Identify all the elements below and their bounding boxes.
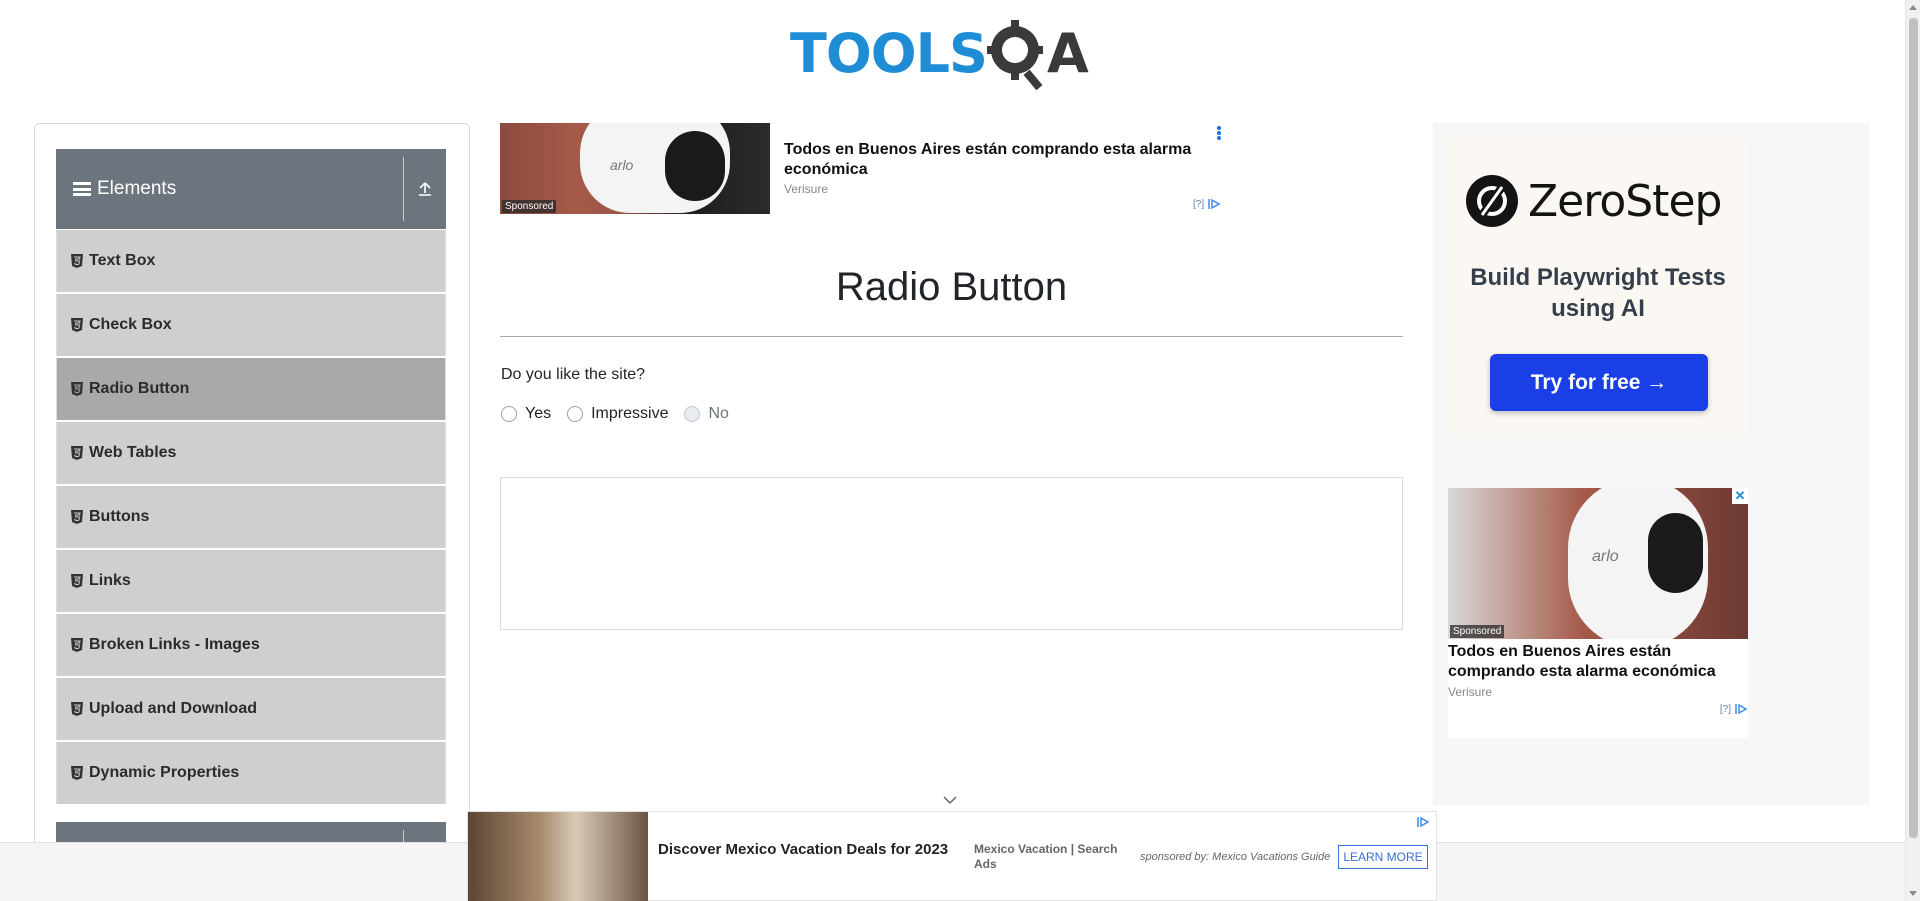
- close-icon[interactable]: ✕: [1732, 488, 1748, 504]
- bottom-ad-banner[interactable]: Discover Mexico Vacation Deals for 2023 …: [467, 811, 1437, 901]
- ad-advertiser[interactable]: Verisure: [784, 182, 828, 196]
- sidebar-item-label: Upload and Download: [89, 700, 257, 717]
- sidebar-item-text-box[interactable]: Text Box: [56, 230, 446, 292]
- sidebar-item-label: Check Box: [89, 316, 172, 333]
- sidebar-item-label: Links: [89, 572, 131, 589]
- hamburger-icon: [73, 182, 91, 196]
- vertical-scrollbar[interactable]: [1905, 0, 1920, 901]
- ad-advertiser[interactable]: Mexico Vacation | Search Ads: [974, 842, 1124, 872]
- camera-lens-shape: [1648, 513, 1703, 593]
- html5-icon: [71, 574, 83, 588]
- html5-icon: [71, 254, 83, 268]
- sidebar-item-label: Buttons: [89, 508, 150, 525]
- zerostep-name: ZeroStep: [1528, 175, 1722, 227]
- radio-label-yes[interactable]: Yes: [525, 405, 551, 423]
- sponsored-tag: Sponsored: [502, 200, 557, 213]
- adchoices-icon[interactable]: [1416, 816, 1430, 828]
- ad-image-brand: arlo: [610, 157, 634, 173]
- question-text: Do you like the site?: [501, 366, 646, 383]
- sidebar-item-label: Text Box: [89, 252, 156, 269]
- more-options-icon[interactable]: [1216, 125, 1222, 141]
- adchoices[interactable]: [?]: [1720, 703, 1748, 715]
- radio-option-no: No: [684, 405, 729, 423]
- radio-group: Yes Impressive No: [501, 405, 745, 423]
- logo-text-tools: TOOLS: [790, 21, 988, 85]
- html5-icon: [71, 510, 83, 524]
- scroll-up-arrow[interactable]: [1909, 5, 1917, 10]
- ad-headline[interactable]: Discover Mexico Vacation Deals for 2023: [658, 840, 958, 859]
- collapse-button[interactable]: [404, 181, 446, 197]
- top-ad-banner[interactable]: arlo Sponsored Todos en Buenos Aires est…: [500, 123, 1230, 215]
- sidebar-item-broken-links[interactable]: Broken Links - Images: [56, 614, 446, 676]
- scrollbar-thumb[interactable]: [1909, 18, 1918, 838]
- try-for-free-button[interactable]: Try for free →: [1490, 354, 1708, 411]
- page: TOOLS A Elements Text Box Check Box Radi…: [0, 0, 1920, 901]
- ad-image[interactable]: arlo Sponsored ✕: [1448, 488, 1748, 639]
- ad-image[interactable]: arlo Sponsored: [500, 123, 770, 214]
- html5-icon: [71, 638, 83, 652]
- sidebar-item-label: Web Tables: [89, 444, 177, 461]
- html5-icon: [71, 318, 83, 332]
- ad-placeholder-box: [500, 477, 1403, 630]
- ad-advertiser[interactable]: Verisure: [1448, 685, 1492, 699]
- adchoices-label: [?]: [1193, 198, 1205, 210]
- sidebar-item-radio-button[interactable]: Radio Button: [56, 358, 446, 420]
- ad-sponsor-text: sponsored by: Mexico Vacations Guide: [1140, 851, 1331, 863]
- radio-impressive[interactable]: [567, 406, 584, 422]
- zerostep-ad[interactable]: ZeroStep Build Playwright Tests using AI…: [1448, 137, 1748, 437]
- html5-icon: [71, 382, 83, 396]
- sidebar-item-web-tables[interactable]: Web Tables: [56, 422, 446, 484]
- learn-more-button[interactable]: LEARN MORE: [1338, 845, 1428, 869]
- sidebar-menu: Text Box Check Box Radio Button Web Tabl…: [56, 230, 446, 806]
- upload-arrow-icon: [419, 182, 431, 196]
- sidebar-item-label: Radio Button: [89, 380, 190, 397]
- logo-text-a: A: [1046, 21, 1089, 85]
- adchoices-icon: [1208, 198, 1221, 210]
- camera-lens-shape: [665, 131, 725, 201]
- ad-headline[interactable]: Todos en Buenos Aires están comprando es…: [784, 140, 1204, 180]
- radio-no: [684, 406, 701, 422]
- sidebar-item-check-box[interactable]: Check Box: [56, 294, 446, 356]
- sidebar-item-buttons[interactable]: Buttons: [56, 486, 446, 548]
- html5-icon: [71, 702, 83, 716]
- sidebar-group-title: Elements: [97, 178, 177, 199]
- title-divider: [500, 336, 1403, 337]
- sponsored-tag: Sponsored: [1450, 625, 1505, 638]
- zerostep-tagline: Build Playwright Tests using AI: [1470, 264, 1726, 322]
- sidebar-item-upload-download[interactable]: Upload and Download: [56, 678, 446, 740]
- chevron-down-icon[interactable]: [943, 795, 957, 805]
- zerostep-logo: ZeroStep: [1466, 175, 1722, 227]
- page-title: Radio Button: [835, 265, 1068, 309]
- sidebar-item-dynamic-properties[interactable]: Dynamic Properties: [56, 742, 446, 804]
- zerostep-logo-icon: [1466, 175, 1518, 227]
- sidebar-item-label: Dynamic Properties: [89, 764, 240, 781]
- radio-label-impressive[interactable]: Impressive: [591, 405, 668, 423]
- html5-icon: [71, 766, 83, 780]
- gear-magnifier-icon: [986, 20, 1043, 91]
- scroll-down-arrow[interactable]: [1909, 891, 1917, 896]
- radio-option-impressive[interactable]: Impressive: [567, 405, 668, 423]
- adchoices[interactable]: [?]: [1193, 198, 1221, 210]
- radio-label-no: No: [708, 405, 729, 422]
- adchoices-icon: [1735, 703, 1748, 715]
- ad-image-brand: arlo: [1592, 548, 1619, 565]
- toolsqa-logo[interactable]: TOOLS A: [790, 14, 1089, 92]
- radio-yes[interactable]: [501, 406, 517, 422]
- ad-headline[interactable]: Todos en Buenos Aires están comprando es…: [1448, 642, 1748, 682]
- sidebar-item-label: Broken Links - Images: [89, 636, 260, 653]
- right-ad-card[interactable]: arlo Sponsored ✕ Todos en Buenos Aires e…: [1448, 488, 1748, 738]
- html5-icon: [71, 446, 83, 460]
- sidebar-item-links[interactable]: Links: [56, 550, 446, 612]
- ad-image[interactable]: [468, 812, 648, 901]
- adchoices-label: [?]: [1719, 703, 1731, 715]
- radio-option-yes[interactable]: Yes: [501, 405, 551, 423]
- sidebar-group-header-elements[interactable]: Elements: [56, 149, 446, 229]
